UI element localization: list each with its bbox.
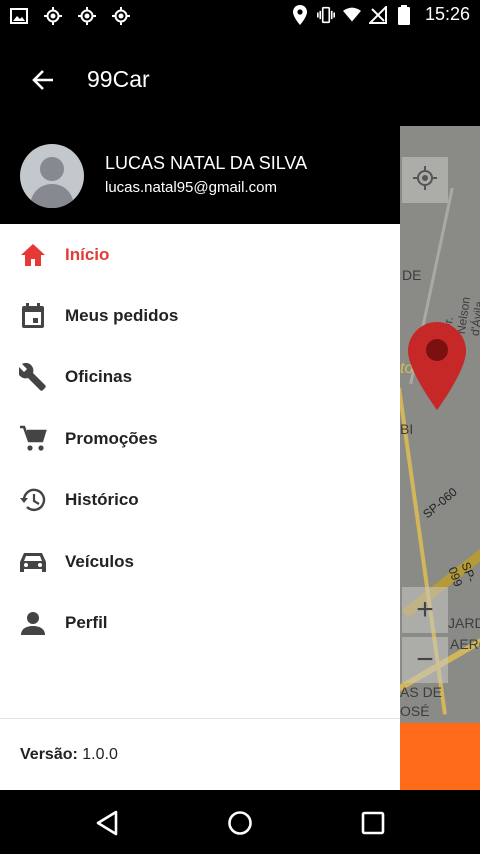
map-label: DE: [402, 267, 422, 283]
app-bar: 99Car: [0, 33, 480, 126]
cart-icon: [19, 425, 47, 453]
calendar-icon: [19, 302, 47, 330]
car-icon: [19, 548, 47, 576]
zoom-out-icon: −: [416, 643, 434, 676]
drawer-menu: Início Meus pedidos Oficinas Promoções H…: [0, 224, 400, 654]
image-icon: [10, 6, 28, 26]
menu-item-perfil[interactable]: Perfil: [0, 592, 400, 653]
map-label: BI: [400, 421, 414, 437]
menu-item-label: Histórico: [65, 490, 139, 510]
menu-item-label: Veículos: [65, 551, 134, 571]
nav-recents-icon: [361, 811, 385, 835]
map-label: AEROP: [450, 636, 480, 652]
app-title: 99Car: [87, 66, 150, 92]
map-pin-icon[interactable]: [408, 322, 466, 410]
gps-icon: [112, 6, 130, 26]
menu-item-label: Meus pedidos: [65, 306, 179, 326]
zoom-in-icon: +: [416, 593, 434, 626]
menu-item-label: Perfil: [65, 613, 108, 633]
menu-item-historico[interactable]: Histórico: [0, 470, 400, 531]
nav-back-icon: [96, 810, 118, 836]
status-time: 15:26: [424, 4, 470, 24]
orange-action-bar[interactable]: [400, 723, 480, 790]
battery-icon: [395, 4, 413, 25]
map-label: OSÉ: [400, 703, 430, 719]
map-label: SP-060: [420, 484, 460, 522]
home-icon: [19, 241, 47, 269]
user-email: lucas.natal95@gmail.com: [105, 179, 277, 196]
person-icon: [19, 609, 47, 637]
gps-icon: [44, 6, 62, 26]
menu-item-label: Oficinas: [65, 367, 133, 387]
back-button[interactable]: [26, 63, 60, 97]
nav-home-button[interactable]: [223, 806, 257, 840]
menu-item-label: Início: [65, 244, 110, 264]
version-label: Versão:: [20, 746, 78, 763]
wrench-icon: [19, 363, 47, 392]
version-value: 1.0.0: [82, 746, 118, 763]
map-label: AS DE: [400, 684, 443, 700]
my-location-button[interactable]: [402, 157, 448, 203]
system-nav-bar: [0, 790, 480, 854]
location-pin-icon: [291, 4, 309, 25]
app-version: Versão: 1.0.0: [20, 746, 118, 764]
map-label: JARD: [448, 615, 480, 631]
screen: 15:26 DE Dr. Nelson d'Ávila to BI SP-060…: [0, 0, 480, 854]
nav-recents-button[interactable]: [356, 806, 390, 840]
status-bar: 15:26: [0, 0, 480, 33]
history-icon: [19, 486, 47, 514]
menu-item-label: Promoções: [65, 428, 158, 448]
menu-item-oficinas[interactable]: Oficinas: [0, 347, 400, 408]
menu-item-inicio[interactable]: Início: [0, 224, 400, 285]
menu-item-meus-pedidos[interactable]: Meus pedidos: [0, 285, 400, 346]
gps-icon: [78, 6, 96, 26]
wifi-icon: [342, 5, 361, 25]
user-name: LUCAS NATAL DA SILVA: [105, 153, 308, 173]
avatar[interactable]: [20, 144, 84, 208]
my-location-icon: [412, 165, 438, 196]
divider: [0, 718, 400, 719]
navigation-drawer: Início Meus pedidos Oficinas Promoções H…: [0, 224, 400, 790]
menu-item-promocoes[interactable]: Promoções: [0, 408, 400, 469]
no-signal-icon: [368, 5, 387, 25]
map-view[interactable]: DE Dr. Nelson d'Ávila to BI SP-060 SP-09…: [400, 126, 480, 723]
zoom-in-button[interactable]: +: [402, 587, 448, 633]
zoom-out-button[interactable]: −: [402, 637, 448, 683]
nav-home-icon: [228, 811, 252, 835]
menu-item-veiculos[interactable]: Veículos: [0, 531, 400, 592]
map-label: SP-099: [445, 560, 479, 589]
nav-back-button[interactable]: [90, 806, 124, 840]
vibrate-icon: [316, 5, 335, 25]
arrow-back-icon: [32, 70, 53, 90]
drawer-header: LUCAS NATAL DA SILVA lucas.natal95@gmail…: [0, 126, 400, 224]
